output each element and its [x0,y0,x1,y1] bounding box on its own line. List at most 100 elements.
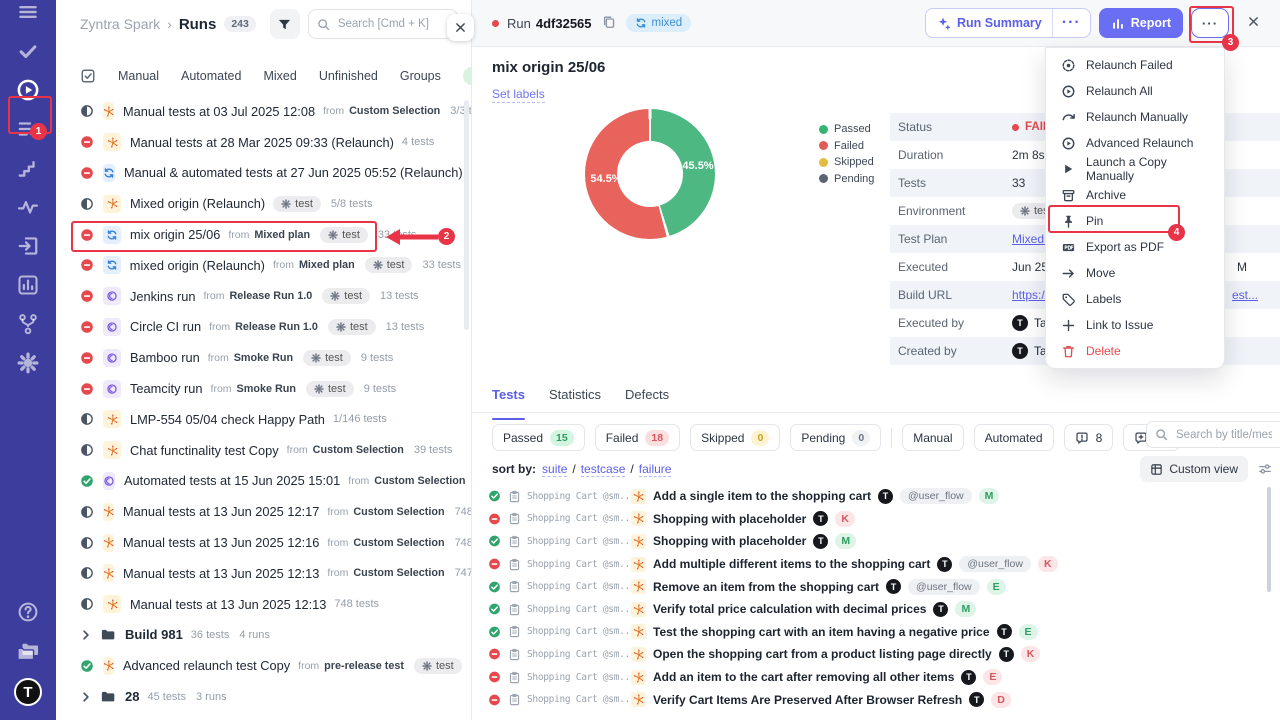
run-close-button[interactable] [1241,14,1266,32]
run-row-chat-functinality-test-copy[interactable]: Chat functinality test Copy from Custom … [56,435,471,466]
sidebar-button-steps[interactable] [16,156,40,180]
run-row-build-981[interactable]: Build 981 36 tests 4 runs [56,620,471,651]
run-row-mix-origin-25-06[interactable]: mix origin 25/06 from Mixed plan test 33… [56,219,471,250]
run-row-jenkins-run[interactable]: Jenkins run from Release Run 1.0 test 13… [56,281,471,312]
menu-item-advanced-relaunch[interactable]: Advanced Relaunch [1046,130,1224,156]
sort-link[interactable]: suite [542,462,567,477]
runs-search[interactable] [308,9,458,39]
menu-item-labels[interactable]: Labels [1046,286,1224,312]
menu-item-archive[interactable]: Archive [1046,182,1224,208]
run-row-mixed-origin-relaunch[interactable]: mixed origin (Relaunch) from Mixed plan … [56,250,471,281]
menu-item-relaunch-manually[interactable]: Relaunch Manually [1046,104,1224,130]
filter-button-manual[interactable]: Manual [902,424,963,451]
run-row-28[interactable]: 28 45 tests 3 runs [56,681,471,712]
sidebar-button-menu[interactable] [16,0,40,24]
runs-tab-mixed[interactable]: Mixed [263,69,296,83]
mixed-badge[interactable]: mixed [626,14,692,32]
runs-panel-close-button[interactable] [447,14,474,41]
filter-funnel-button[interactable] [270,9,300,39]
sidebar-button-tests[interactable] [16,39,40,63]
run-summary-button[interactable]: Run Summary ··· [925,8,1091,38]
test-row-test-the-shopping-cart-with-an-item-having[interactable]: Shopping Cart @sm... Test the shopping c… [488,621,1280,644]
sidebar-button-plans[interactable] [16,117,40,141]
sidebar-button-pulls[interactable] [16,234,40,258]
filter-button-passed[interactable]: Passed 15 [492,424,585,451]
sliders-icon[interactable] [1258,462,1272,476]
filter-button-pending[interactable]: Pending 0 [790,424,881,451]
report-button[interactable]: Report [1099,8,1183,38]
run-row-circle-ci-run[interactable]: Circle CI run from Release Run 1.0 test … [56,312,471,343]
filter-button[interactable]: 8 [1064,424,1114,451]
env-filter-badge[interactable]: test [463,67,472,85]
runs-tab-groups[interactable]: Groups [400,69,441,83]
tests-scrollbar[interactable] [1267,487,1271,592]
menu-item-relaunch-failed[interactable]: Relaunch Failed [1046,52,1224,78]
sidebar-button-settings[interactable] [16,351,40,375]
run-row-mixed-origin-relaunch[interactable]: Mixed origin (Relaunch) test 5/8 tests [56,188,471,219]
run-row-manual-tests-at-03-jul-2025-12-08[interactable]: Manual tests at 03 Jul 2025 12:08 from C… [56,96,471,127]
filter-button-skipped[interactable]: Skipped 0 [690,424,780,451]
menu-item-pin[interactable]: Pin [1046,208,1224,234]
sidebar-bottom-button-projects[interactable] [16,639,40,663]
filter-button-automated[interactable]: Automated [974,424,1054,451]
test-row-verify-cart-items-are-preserved-after-brow[interactable]: Shopping Cart @sm... Verify Cart Items A… [488,688,1280,711]
test-row-shopping-with-placeholder[interactable]: Shopping Cart @sm... Shopping with place… [488,530,1280,553]
run-row-manual-tests-at-13-jun-2025-12-17[interactable]: Manual tests at 13 Jun 2025 12:17 from C… [56,496,471,527]
run-row-bamboo-run[interactable]: Bamboo run from Smoke Run test 9 tests [56,342,471,373]
run-row-manual-tests-at-28-mar-2025-09-33-relaunch[interactable]: Manual tests at 28 Mar 2025 09:33 (Relau… [56,127,471,158]
sidebar-button-reports[interactable] [16,273,40,297]
menu-item-relaunch-all[interactable]: Relaunch All [1046,78,1224,104]
custom-view-button[interactable]: Custom view [1140,456,1248,482]
copy-run-id-button[interactable] [600,13,618,34]
select-all-icon[interactable] [80,68,96,84]
test-row-open-the-shopping-cart-from-a-product-list[interactable]: Shopping Cart @sm... Open the shopping c… [488,643,1280,666]
set-labels-link[interactable]: Set labels [492,87,545,103]
sidebar-button-branches[interactable] [16,312,40,336]
menu-item-delete[interactable]: Delete [1046,338,1224,364]
filter-button[interactable] [891,428,892,448]
runs-tab-automated[interactable]: Automated [181,69,241,83]
runs-scrollbar[interactable] [464,100,469,330]
run-source: Mixed plan [299,259,355,271]
tab-tests[interactable]: Tests [492,387,525,412]
run-summary-more-button[interactable]: ··· [1053,14,1090,32]
test-row-shopping-with-placeholder[interactable]: Shopping Cart @sm... Shopping with place… [488,508,1280,531]
sort-link[interactable]: failure [639,462,672,477]
sidebar-button-runs[interactable] [16,78,40,102]
test-tag[interactable]: @user_flow [900,488,972,504]
user-avatar[interactable]: T [14,678,42,706]
run-row-advanced-relaunch-test-copy[interactable]: Advanced relaunch test Copy from pre-rel… [56,650,471,681]
run-row-manual-automated-tests-at-27-jun-2025-05-5[interactable]: Manual & automated tests at 27 Jun 2025 … [56,158,471,189]
menu-item-move[interactable]: Move [1046,260,1224,286]
sidebar-bottom-button-help[interactable] [16,600,40,624]
run-row-teamcity-run[interactable]: Teamcity run from Smoke Run test 9 tests [56,373,471,404]
more-actions-button[interactable]: ··· [1191,8,1229,38]
sort-link[interactable]: testcase [581,462,626,477]
tab-statistics[interactable]: Statistics [549,387,601,412]
test-row-add-a-single-item-to-the-shopping-cart[interactable]: Shopping Cart @sm... Add a single item t… [488,485,1280,508]
runs-tab-manual[interactable]: Manual [118,69,159,83]
tests-search[interactable] [1146,421,1280,448]
menu-item-launch-a-copy-manually[interactable]: Launch a Copy Manually [1046,156,1224,182]
sidebar-button-analytics[interactable] [16,195,40,219]
filter-button-failed[interactable]: Failed 18 [595,424,680,451]
run-row-automated-tests-at-15-jun-2025-15-01[interactable]: Automated tests at 15 Jun 2025 15:01 fro… [56,466,471,497]
menu-item-link-to-issue[interactable]: Link to Issue [1046,312,1224,338]
run-row-manual-tests-at-13-jun-2025-12-13[interactable]: Manual tests at 13 Jun 2025 12:13 748 te… [56,589,471,620]
test-row-verify-total-price-calculation-with-decima[interactable]: Shopping Cart @sm... Verify total price … [488,598,1280,621]
run-row-manual-tests-at-13-jun-2025-12-16[interactable]: Manual tests at 13 Jun 2025 12:16 from C… [56,527,471,558]
runs-tab-unfinished[interactable]: Unfinished [319,69,378,83]
run-row-lmp-554-05-04-check-happy-path[interactable]: LMP-554 05/04 check Happy Path 1/146 tes… [56,404,471,435]
test-row-add-multiple-different-items-to-the-shoppi[interactable]: Shopping Cart @sm... Add multiple differ… [488,553,1280,576]
tab-defects[interactable]: Defects [625,387,669,412]
menu-item-export-as-pdf[interactable]: Export as PDF [1046,234,1224,260]
test-tag[interactable]: @user_flow [908,579,980,595]
tests-search-input[interactable] [1174,428,1274,442]
test-tag[interactable]: @user_flow [959,556,1031,572]
test-row-remove-an-item-from-the-shopping-cart[interactable]: Shopping Cart @sm... Remove an item from… [488,575,1280,598]
run-row-manual-tests-at-13-jun-2025-12-13[interactable]: Manual tests at 13 Jun 2025 12:13 from C… [56,558,471,589]
breadcrumb-app[interactable]: Zyntra Spark [80,16,160,32]
detail-link[interactable]: https:// [1012,288,1048,302]
test-row-add-an-item-to-the-cart-after-removing-all[interactable]: Shopping Cart @sm... Add an item to the … [488,666,1280,689]
runs-search-input[interactable] [336,17,446,31]
